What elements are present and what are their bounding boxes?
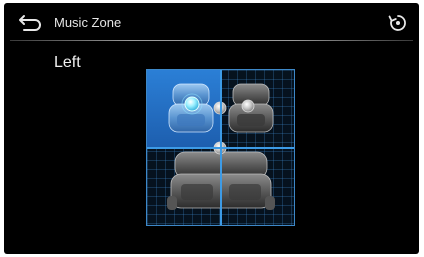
back-arrow-icon: [19, 15, 41, 31]
current-zone-label: Left: [54, 54, 81, 71]
front-left-knob[interactable]: [184, 96, 200, 112]
header-divider: [10, 40, 413, 41]
header-bar: Music Zone: [4, 3, 419, 39]
front-right-knob[interactable]: [241, 99, 255, 113]
reset-button[interactable]: [387, 12, 409, 34]
back-button[interactable]: [18, 12, 44, 34]
zone-selector-grid: [146, 69, 295, 226]
reset-icon: [388, 15, 406, 31]
music-zone-screen: Music Zone Left: [4, 3, 419, 254]
horizontal-divider: [147, 147, 294, 149]
page-title: Music Zone: [54, 15, 122, 30]
